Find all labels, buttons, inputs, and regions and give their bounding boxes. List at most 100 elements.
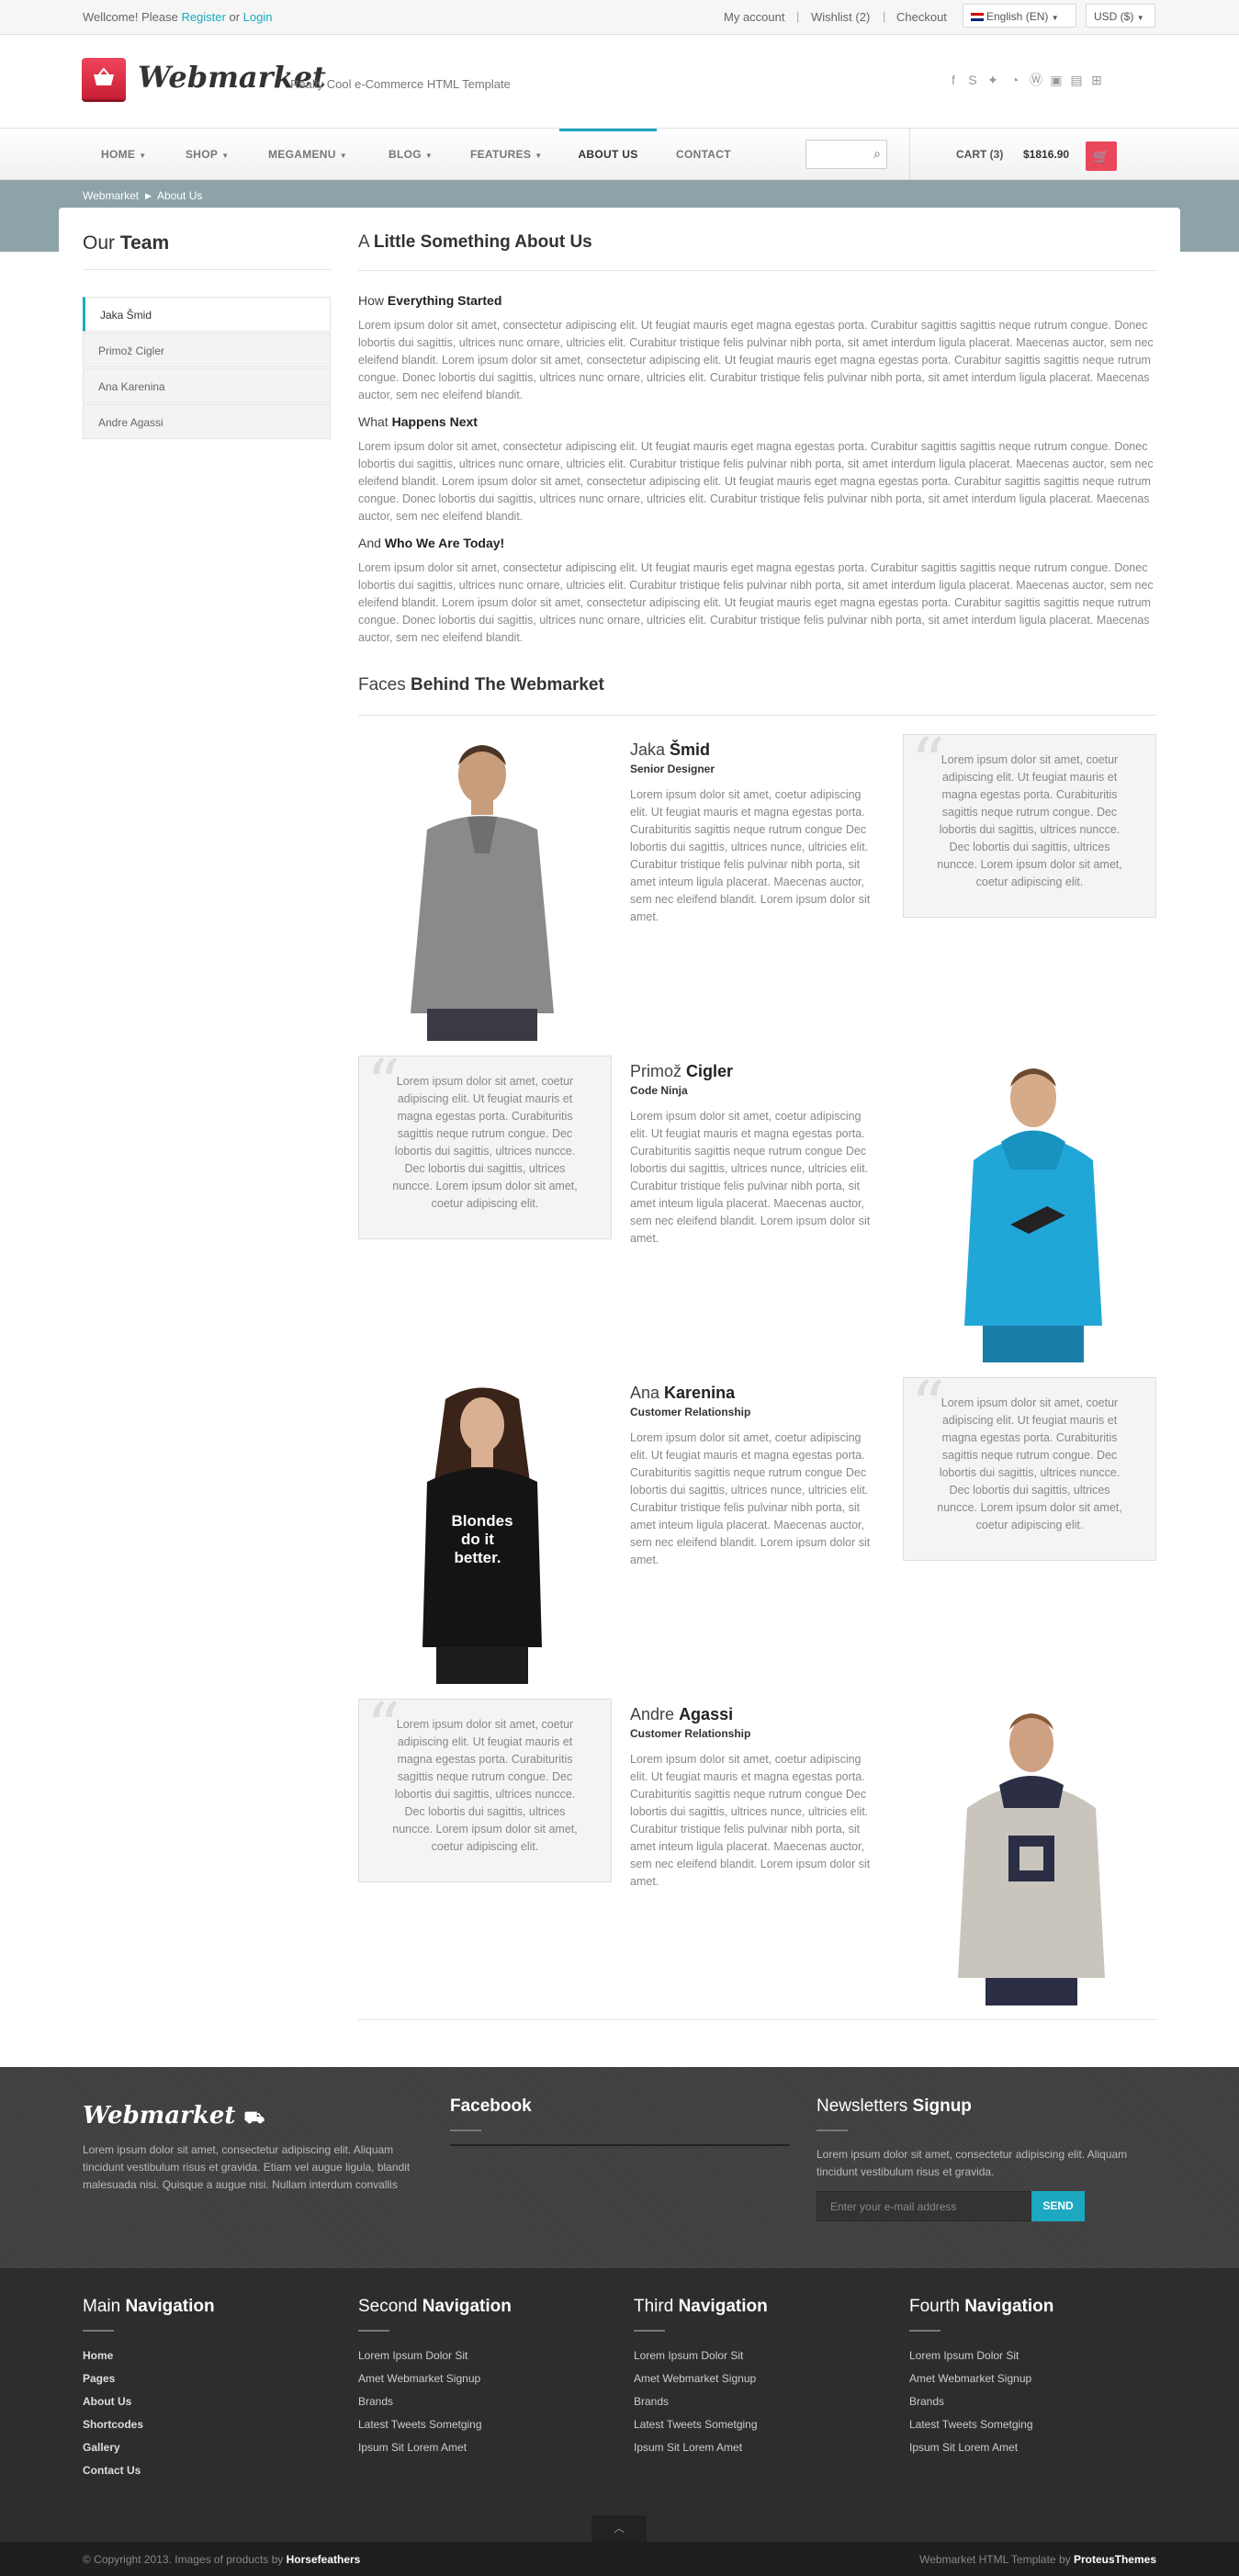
- footer-link[interactable]: Brands: [909, 2395, 944, 2408]
- wishlist-link[interactable]: Wishlist (2): [811, 10, 870, 24]
- member-photo: Blondes do it better.: [422, 1387, 542, 1684]
- caret-down-icon: ▼: [1051, 14, 1059, 22]
- top-bar: Wellcome! Please Register or Login My ac…: [0, 0, 1239, 35]
- nav-blog-label: BLOG: [389, 148, 422, 161]
- nav-megamenu[interactable]: MEGAMENU ▼: [268, 129, 347, 180]
- wordpress-icon[interactable]: Ⓦ: [1029, 73, 1043, 87]
- login-link[interactable]: Login: [243, 10, 273, 24]
- member-last-name: Karenina: [664, 1384, 736, 1402]
- footer-link[interactable]: Lorem Ipsum Dolor Sit: [909, 2349, 1019, 2362]
- quote-box: “Lorem ipsum dolor sit amet, coetur adip…: [358, 1051, 612, 1239]
- divider: [634, 2330, 665, 2332]
- footer-link[interactable]: Ipsum Sit Lorem Amet: [358, 2441, 467, 2454]
- nav-contact[interactable]: CONTACT: [676, 129, 731, 180]
- footer-link-shortcodes[interactable]: Shortcodes: [83, 2418, 143, 2431]
- section-heading-bold: Who We Are Today!: [384, 536, 505, 550]
- caret-down-icon: ▼: [139, 152, 147, 160]
- cart-label-text: CART: [956, 148, 987, 161]
- footer-link[interactable]: Amet Webmarket Signup: [634, 2372, 756, 2385]
- sidebar-title-light: Our: [83, 232, 116, 254]
- footer-link-home[interactable]: Home: [83, 2349, 113, 2362]
- html5-icon[interactable]: ▤: [1069, 73, 1084, 87]
- nav-home[interactable]: HOME ▼: [101, 129, 146, 180]
- footer-link-gallery[interactable]: Gallery: [83, 2441, 120, 2454]
- template-author[interactable]: ProteusThemes: [1074, 2553, 1156, 2566]
- windows-icon[interactable]: ⊞: [1089, 73, 1104, 87]
- footer-link[interactable]: Ipsum Sit Lorem Amet: [634, 2441, 742, 2454]
- android-icon[interactable]: ▣: [1049, 73, 1064, 87]
- footer-nav-title-bold: Navigation: [422, 2297, 512, 2316]
- footer-logo[interactable]: Webmarket ⛟: [83, 2102, 265, 2130]
- sidebar-item-ana-karenina[interactable]: Ana Karenina: [83, 368, 331, 403]
- member-photo: [958, 1713, 1105, 2005]
- nav-features[interactable]: FEATURES ▼: [470, 129, 542, 180]
- back-to-top-button[interactable]: ︿: [591, 2515, 647, 2542]
- rss-icon[interactable]: ◔: [1008, 73, 1022, 87]
- quote-text: Lorem ipsum dolor sit amet, coetur adipi…: [392, 1718, 578, 1853]
- footer-link[interactable]: Lorem Ipsum Dolor Sit: [634, 2349, 743, 2362]
- footer-link[interactable]: Latest Tweets Sometging: [358, 2418, 482, 2431]
- divider: [358, 2330, 389, 2332]
- footer-link[interactable]: Amet Webmarket Signup: [909, 2372, 1031, 2385]
- divider: [450, 2130, 481, 2131]
- cart-button[interactable]: 🛒: [1086, 141, 1117, 171]
- footer-link-contact-us[interactable]: Contact Us: [83, 2464, 141, 2477]
- copyright-brand[interactable]: Horsefeathers: [287, 2553, 361, 2566]
- footer-link-about-us[interactable]: About Us: [83, 2395, 131, 2408]
- section-heading-light: How: [358, 293, 385, 308]
- newsletter-email-input[interactable]: Enter your e-mail address: [817, 2191, 1031, 2221]
- member-bio: Lorem ipsum dolor sit amet, coetur adipi…: [630, 1110, 871, 1245]
- footer-nav-title-light: Main: [83, 2297, 121, 2316]
- footer-link[interactable]: Amet Webmarket Signup: [358, 2372, 480, 2385]
- section-heading-bold: Everything Started: [387, 293, 502, 308]
- my-account-link[interactable]: My account: [724, 10, 784, 24]
- nav-features-label: FEATURES: [470, 148, 532, 161]
- footer-link[interactable]: Ipsum Sit Lorem Amet: [909, 2441, 1018, 2454]
- section-heading: How Everything Started: [358, 293, 501, 308]
- sidebar-item-primoz-cigler[interactable]: Primož Cigler: [83, 333, 331, 367]
- sidebar-item-andre-agassi[interactable]: Andre Agassi: [83, 404, 331, 439]
- member-first-name: Andre: [630, 1705, 675, 1723]
- member-last-name: Agassi: [679, 1705, 734, 1723]
- sidebar-item-jaka-smid[interactable]: Jaka Šmid: [83, 297, 331, 332]
- search-input[interactable]: ⌕: [805, 140, 887, 169]
- skype-icon[interactable]: S: [965, 73, 980, 87]
- nav-home-label: HOME: [101, 148, 136, 161]
- language-select[interactable]: English (EN) ▼: [963, 4, 1076, 28]
- footer-nav-title: Second Navigation: [358, 2297, 512, 2317]
- divider: |: [796, 9, 800, 23]
- footer-link[interactable]: Lorem Ipsum Dolor Sit: [358, 2349, 467, 2362]
- facebook-icon[interactable]: f: [946, 73, 961, 87]
- cart-label[interactable]: CART (3): [956, 148, 1003, 161]
- checkout-link[interactable]: Checkout: [896, 10, 947, 24]
- member-name: Andre Agassi: [630, 1705, 733, 1724]
- newsletter-title: Newsletters Signup: [817, 2096, 972, 2117]
- footer-link-pages[interactable]: Pages: [83, 2372, 115, 2385]
- language-value: English (EN): [986, 10, 1049, 23]
- footer-link[interactable]: Brands: [634, 2395, 669, 2408]
- caret-down-icon: ▼: [1136, 14, 1144, 22]
- search-icon[interactable]: ⌕: [873, 146, 881, 162]
- sidebar-title-bold: Team: [119, 232, 170, 254]
- page-title-bold: Little Something About Us: [373, 232, 592, 252]
- nav-shop[interactable]: SHOP ▼: [186, 129, 229, 180]
- caret-down-icon: ▼: [535, 152, 543, 160]
- footer-link[interactable]: Latest Tweets Sometging: [634, 2418, 758, 2431]
- caret-down-icon: ▼: [221, 152, 230, 160]
- logo-basket-icon[interactable]: [82, 58, 126, 102]
- nav-blog[interactable]: BLOG ▼: [389, 129, 433, 180]
- breadcrumb-home[interactable]: Webmarket: [83, 189, 139, 202]
- footer-link[interactable]: Latest Tweets Sometging: [909, 2418, 1033, 2431]
- footer-link[interactable]: Brands: [358, 2395, 393, 2408]
- register-link[interactable]: Register: [181, 10, 225, 24]
- member-first-name: Ana: [630, 1384, 660, 1402]
- nav-megamenu-label: MEGAMENU: [268, 148, 336, 161]
- template-credit-label: Webmarket HTML Template by: [919, 2553, 1071, 2566]
- nav-about-us[interactable]: ABOUT US: [559, 129, 657, 180]
- sidebar-title: Our Team: [83, 232, 169, 254]
- currency-select[interactable]: USD ($) ▼: [1086, 4, 1155, 28]
- newsletter-send-button[interactable]: SEND: [1031, 2191, 1085, 2221]
- footer-nav-title-bold: Navigation: [125, 2297, 215, 2316]
- member-role: Code Ninja: [630, 1084, 688, 1097]
- twitter-icon[interactable]: ✦: [986, 73, 1000, 87]
